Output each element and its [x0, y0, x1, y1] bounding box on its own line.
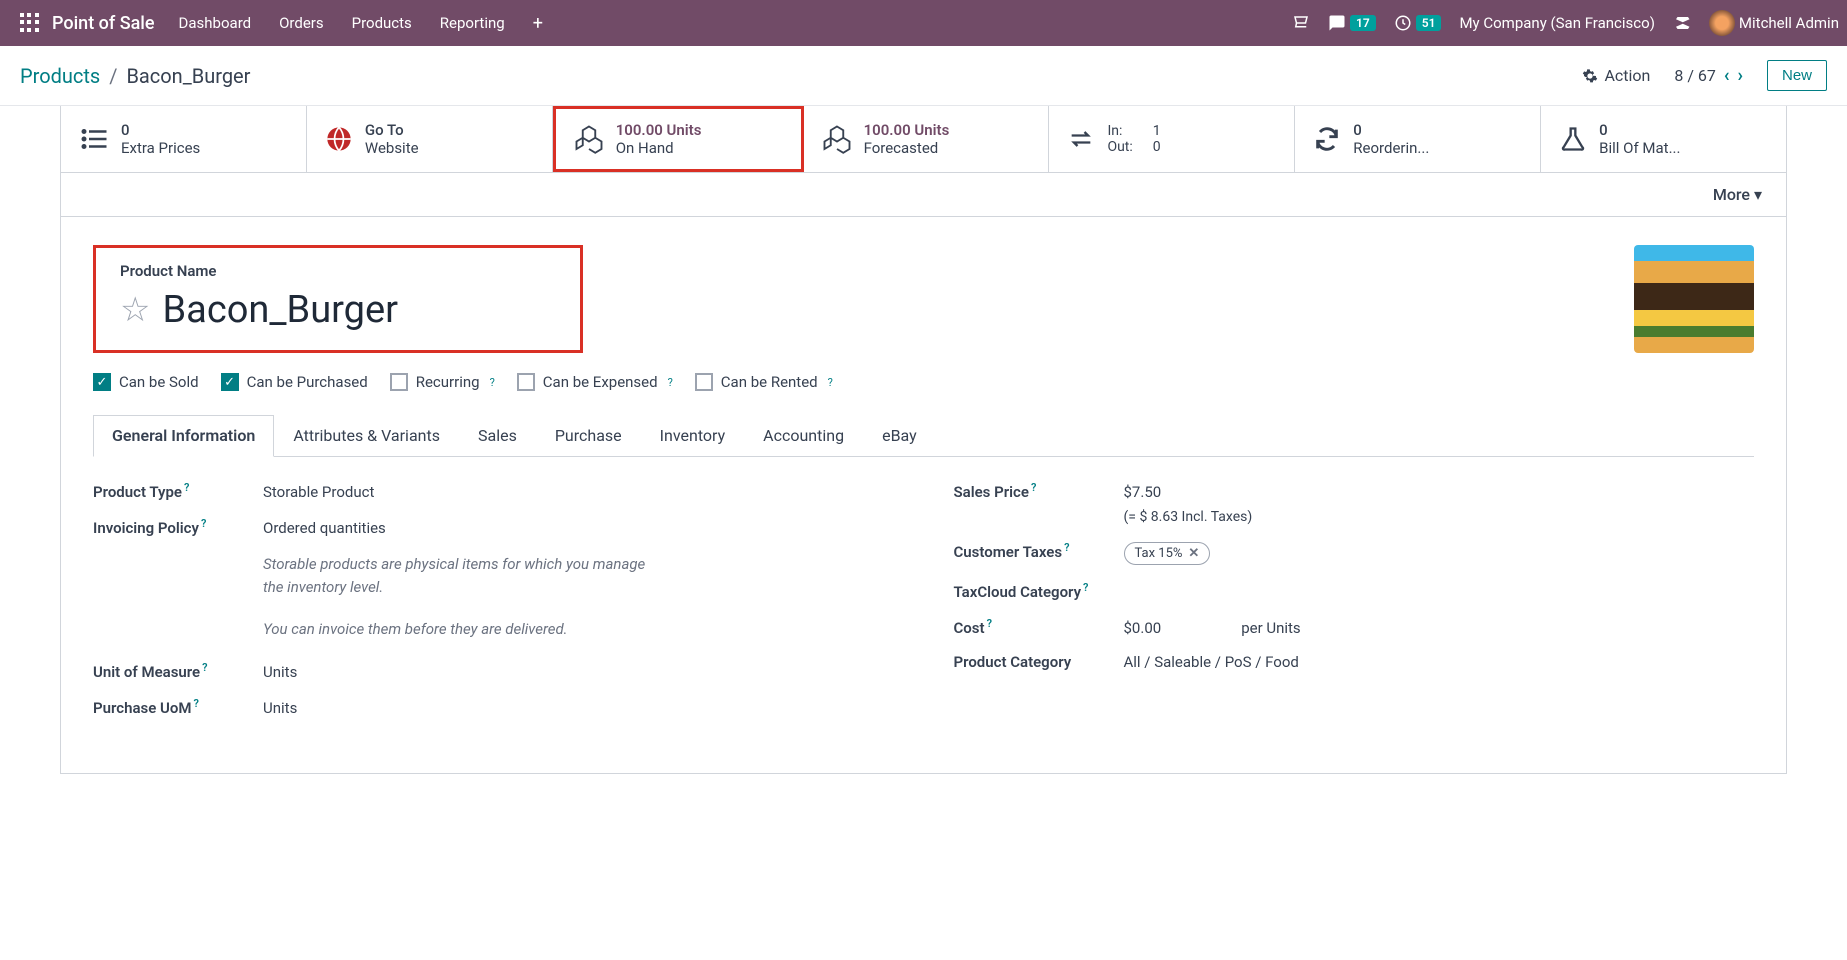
- boxes-icon: [822, 124, 852, 154]
- help-icon[interactable]: ?: [828, 376, 833, 389]
- phone-icon[interactable]: [1292, 14, 1310, 32]
- breadcrumb-current: Bacon_Burger: [126, 64, 250, 88]
- help-icon[interactable]: ?: [184, 481, 189, 494]
- help-text: Storable products are physical items for…: [263, 553, 663, 598]
- nav-dashboard[interactable]: Dashboard: [179, 14, 252, 32]
- tab-sales[interactable]: Sales: [459, 415, 536, 456]
- globe-icon: [325, 125, 353, 153]
- tab-accounting[interactable]: Accounting: [744, 415, 863, 456]
- refresh-icon: [1313, 125, 1341, 153]
- subheader: Products / Bacon_Burger Action 8 / 67 ‹ …: [0, 46, 1847, 106]
- activities-tray[interactable]: 51: [1394, 14, 1442, 32]
- messages-badge: 17: [1350, 15, 1376, 31]
- stat-buttons: 0Extra Prices Go ToWebsite 100.00 UnitsO…: [60, 106, 1787, 173]
- pager-prev[interactable]: ‹: [1724, 65, 1730, 86]
- help-text: You can invoice them before they are del…: [263, 618, 663, 641]
- action-menu[interactable]: Action: [1582, 66, 1650, 85]
- check-can-be-sold[interactable]: ✓Can be Sold: [93, 373, 199, 391]
- topbar: Point of Sale Dashboard Orders Products …: [0, 0, 1847, 46]
- company-switcher[interactable]: My Company (San Francisco): [1459, 14, 1654, 32]
- tax-tag[interactable]: Tax 15%✕: [1124, 542, 1211, 565]
- messages-tray[interactable]: 17: [1328, 14, 1376, 32]
- field-product-category: Product Category All / Saleable / PoS / …: [954, 653, 1755, 671]
- stat-forecasted[interactable]: 100.00 UnitsForecasted: [804, 106, 1050, 172]
- product-name[interactable]: Bacon_Burger: [162, 288, 398, 332]
- boxes-icon: [574, 124, 604, 154]
- product-form: Product Name ☆ Bacon_Burger ✓Can be Sold…: [60, 217, 1787, 774]
- field-sales-price: Sales Price? $7.50 (= $ 8.63 Incl. Taxes…: [954, 481, 1755, 525]
- remove-tag-icon[interactable]: ✕: [1188, 546, 1199, 561]
- gear-icon: [1582, 68, 1598, 84]
- stat-on-hand[interactable]: 100.00 UnitsOn Hand: [553, 106, 804, 172]
- user-menu[interactable]: Mitchell Admin: [1709, 10, 1839, 36]
- stat-in-out[interactable]: In:Out: 10: [1049, 106, 1295, 172]
- caret-down-icon: ▾: [1754, 185, 1762, 204]
- activities-badge: 51: [1416, 15, 1442, 31]
- tab-general-information[interactable]: General Information: [93, 415, 274, 457]
- flask-icon: [1559, 125, 1587, 153]
- apps-icon[interactable]: [20, 13, 40, 33]
- breadcrumb-parent[interactable]: Products: [20, 64, 100, 88]
- check-can-be-rented[interactable]: Can be Rented?: [695, 373, 833, 391]
- tab-inventory[interactable]: Inventory: [641, 415, 745, 456]
- help-icon[interactable]: ?: [1064, 541, 1069, 554]
- app-brand[interactable]: Point of Sale: [52, 13, 155, 34]
- transfer-icon: [1067, 125, 1095, 153]
- more-button[interactable]: More ▾: [1713, 185, 1762, 204]
- favorite-star-icon[interactable]: ☆: [120, 290, 150, 330]
- help-icon[interactable]: ?: [987, 617, 992, 630]
- pager[interactable]: 8 / 67: [1674, 66, 1716, 85]
- settings-icon[interactable]: [1673, 14, 1691, 32]
- help-icon[interactable]: ?: [1083, 581, 1088, 594]
- nav-orders[interactable]: Orders: [279, 14, 324, 32]
- nav-products[interactable]: Products: [352, 14, 412, 32]
- nav-reporting[interactable]: Reporting: [440, 14, 505, 32]
- field-customer-taxes: Customer Taxes? Tax 15%✕: [954, 541, 1755, 565]
- tab-purchase[interactable]: Purchase: [536, 415, 641, 456]
- product-image[interactable]: [1634, 245, 1754, 353]
- user-name: Mitchell Admin: [1739, 14, 1839, 32]
- stat-extra-prices[interactable]: 0Extra Prices: [61, 106, 307, 172]
- list-icon: [79, 124, 109, 154]
- plus-icon[interactable]: +: [533, 13, 543, 34]
- field-invoicing-policy: Invoicing Policy? Ordered quantities: [93, 517, 894, 537]
- help-icon[interactable]: ?: [490, 376, 495, 389]
- field-cost: Cost? $0.00per Units: [954, 617, 1755, 637]
- field-unit-of-measure: Unit of Measure? Units: [93, 661, 894, 681]
- product-name-label: Product Name: [120, 262, 556, 280]
- help-icon[interactable]: ?: [193, 697, 198, 710]
- tab-attributes-variants[interactable]: Attributes & Variants: [274, 415, 459, 456]
- help-icon[interactable]: ?: [201, 517, 206, 530]
- nav-links: Dashboard Orders Products Reporting: [179, 14, 505, 32]
- check-recurring[interactable]: Recurring?: [390, 373, 495, 391]
- stat-website[interactable]: Go ToWebsite: [307, 106, 553, 172]
- check-can-be-expensed[interactable]: Can be Expensed?: [517, 373, 673, 391]
- tab-ebay[interactable]: eBay: [863, 415, 936, 456]
- pager-next[interactable]: ›: [1738, 65, 1743, 86]
- new-button[interactable]: New: [1767, 60, 1827, 91]
- avatar: [1709, 10, 1735, 36]
- breadcrumb: Products / Bacon_Burger: [20, 64, 250, 88]
- field-taxcloud-category: TaxCloud Category?: [954, 581, 1755, 601]
- help-icon[interactable]: ?: [1031, 481, 1036, 494]
- help-icon[interactable]: ?: [668, 376, 673, 389]
- help-icon[interactable]: ?: [202, 661, 207, 674]
- field-purchase-uom: Purchase UoM? Units: [93, 697, 894, 717]
- check-can-be-purchased[interactable]: ✓Can be Purchased: [221, 373, 368, 391]
- tabs: General Information Attributes & Variant…: [93, 415, 1754, 457]
- field-product-type: Product Type? Storable Product: [93, 481, 894, 501]
- stat-reordering[interactable]: 0Reorderin...: [1295, 106, 1541, 172]
- product-name-section: Product Name ☆ Bacon_Burger: [93, 245, 583, 353]
- stat-bom[interactable]: 0Bill Of Mat...: [1541, 106, 1786, 172]
